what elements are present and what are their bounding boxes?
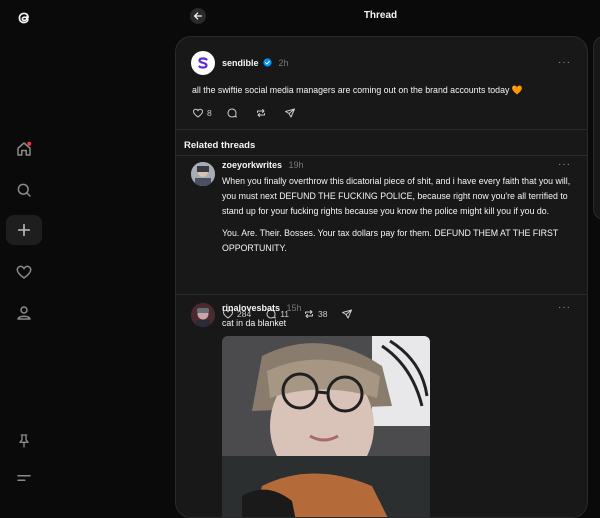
threads-logo-icon[interactable] bbox=[12, 6, 36, 30]
avatar[interactable] bbox=[191, 51, 215, 75]
related-post: zoeyorkwrites 19h ··· When you finally o… bbox=[176, 155, 587, 319]
verified-badge-icon bbox=[263, 58, 272, 67]
photo-placeholder bbox=[222, 336, 430, 517]
post-text: cat in da blanket bbox=[222, 318, 287, 328]
avatar[interactable] bbox=[191, 162, 215, 186]
post-image[interactable] bbox=[222, 336, 430, 517]
heart-icon[interactable] bbox=[12, 260, 36, 284]
sendible-logo-icon bbox=[198, 57, 208, 69]
more-options-icon[interactable]: ··· bbox=[558, 159, 571, 170]
more-options-icon[interactable]: ··· bbox=[558, 57, 571, 68]
more-options-icon[interactable]: ··· bbox=[558, 302, 571, 313]
thread-card: sendible 2h ··· all the swiftie social m… bbox=[175, 36, 588, 518]
share-button[interactable] bbox=[284, 107, 299, 119]
post-header: rinalovesbats 15h bbox=[222, 303, 302, 313]
post-actions: 8 bbox=[192, 107, 313, 119]
post-text: all the swiftie social media managers ar… bbox=[192, 85, 523, 95]
menu-icon[interactable] bbox=[12, 466, 36, 490]
repost-button[interactable] bbox=[255, 107, 270, 119]
timestamp: 15h bbox=[286, 303, 302, 313]
repost-icon bbox=[256, 109, 265, 117]
top-bar: Thread bbox=[175, 0, 586, 34]
heart-icon bbox=[192, 108, 204, 118]
comment-icon bbox=[227, 108, 237, 118]
paragraph: You. Are. Their. Bosses. Your tax dollar… bbox=[222, 228, 559, 253]
reply-button[interactable] bbox=[226, 107, 241, 119]
pin-icon[interactable] bbox=[12, 429, 36, 453]
post-header: sendible 2h bbox=[222, 58, 289, 68]
new-thread-icon[interactable] bbox=[6, 215, 42, 245]
send-icon bbox=[284, 108, 295, 118]
section-heading: Related threads bbox=[184, 140, 256, 151]
profile-icon[interactable] bbox=[12, 301, 36, 325]
avatar[interactable] bbox=[191, 303, 215, 327]
paragraph: When you finally overthrow this dicatori… bbox=[222, 176, 571, 216]
timestamp: 2h bbox=[278, 58, 289, 68]
username[interactable]: zoeyorkwrites bbox=[222, 160, 282, 170]
adjacent-column-edge bbox=[593, 36, 600, 220]
page-title: Thread bbox=[363, 10, 398, 21]
timestamp: 19h bbox=[288, 160, 304, 170]
search-icon[interactable] bbox=[12, 178, 36, 202]
notification-dot bbox=[27, 141, 32, 146]
home-icon[interactable] bbox=[12, 137, 36, 161]
divider bbox=[176, 129, 587, 130]
username[interactable]: rinalovesbats bbox=[222, 303, 280, 313]
sidebar bbox=[0, 0, 48, 509]
username[interactable]: sendible bbox=[222, 58, 259, 68]
like-button[interactable]: 8 bbox=[192, 107, 212, 119]
post-text: When you finally overthrow this dicatori… bbox=[222, 174, 572, 256]
like-count: 8 bbox=[207, 108, 212, 118]
main-post: sendible 2h ··· all the swiftie social m… bbox=[176, 37, 587, 129]
post-header: zoeyorkwrites 19h bbox=[222, 160, 304, 170]
